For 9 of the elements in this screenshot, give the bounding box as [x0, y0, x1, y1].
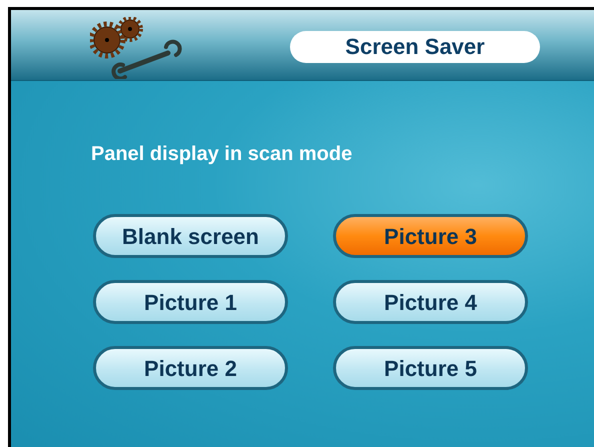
option-button[interactable]: Picture 4 [333, 280, 528, 324]
prompt-text: Panel display in scan mode [91, 142, 354, 167]
option-button[interactable]: Blank screen [93, 214, 288, 258]
option-button[interactable]: Picture 3 [333, 214, 528, 258]
gears-and-wrench-icon [90, 17, 182, 79]
option-button[interactable]: Picture 5 [333, 346, 528, 390]
option-button[interactable]: Picture 2 [93, 346, 288, 390]
screen-title: Screen Saver [290, 31, 540, 63]
option-button[interactable]: Picture 1 [93, 280, 288, 324]
